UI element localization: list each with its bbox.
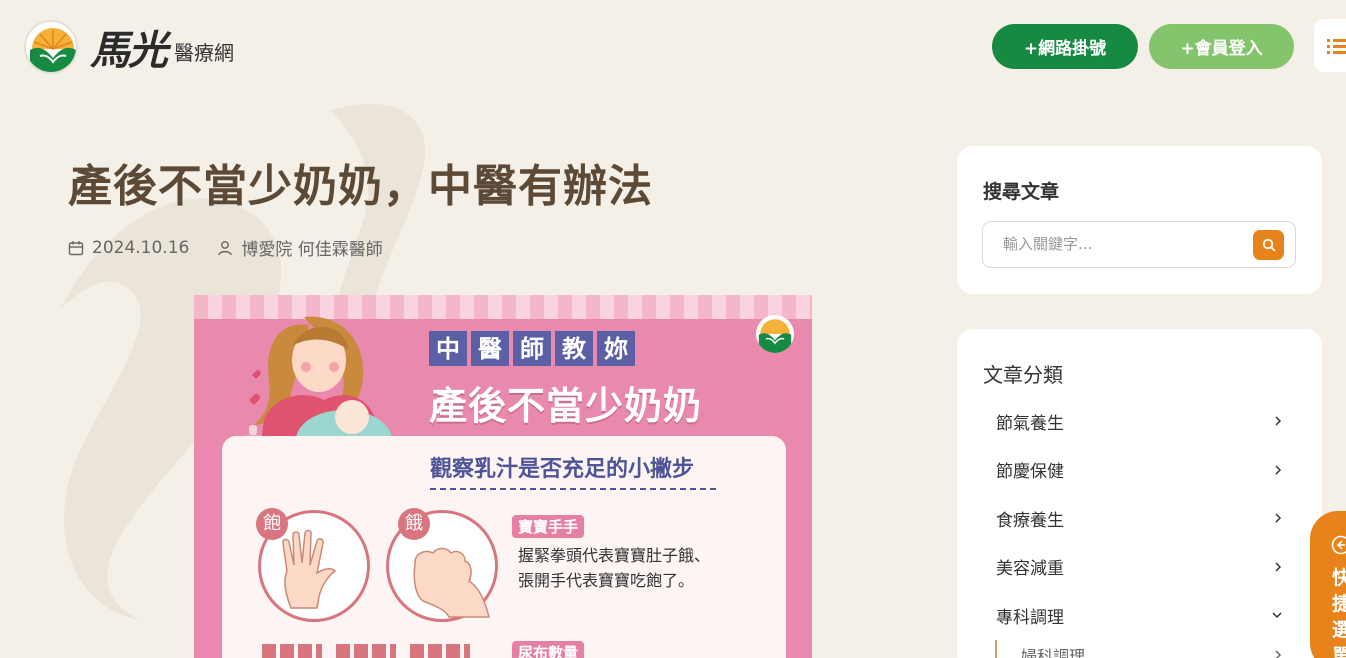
online-register-button[interactable]: +網路掛號 <box>992 24 1138 69</box>
search-panel-title: 搜尋文章 <box>983 181 1060 203</box>
chevron-down-icon <box>1272 612 1282 619</box>
site-logo[interactable]: 馬光 醫療網 <box>24 18 234 76</box>
article-date: 2024.10.16 <box>92 237 190 258</box>
member-login-button[interactable]: +會員登入 <box>1149 24 1294 69</box>
infographic-chip-title: 中 醫 師 教 妳 <box>429 331 639 366</box>
category-item-expanded[interactable]: 專科調理 <box>983 591 1283 640</box>
full-label: 飽 <box>256 508 288 540</box>
diaper-icon <box>262 644 322 658</box>
arrow-left-circle-icon <box>1331 535 1346 555</box>
hungry-label: 餓 <box>398 508 430 540</box>
categories-panel-title: 文章分類 <box>983 363 1063 387</box>
chevron-right-icon <box>1275 465 1282 475</box>
logo-badge-icon <box>24 20 78 74</box>
infographic-logo-icon <box>756 315 794 353</box>
dashed-divider <box>430 488 716 490</box>
category-list: 節氣養生 節慶保健 食療養生 美容減重 專科調理 婦科調理 <box>983 397 1283 658</box>
chevron-right-icon <box>1275 649 1282 658</box>
category-item[interactable]: 食療養生 <box>983 494 1283 543</box>
subcategory-item[interactable]: 婦科調理 <box>995 639 1283 658</box>
search-icon <box>1262 238 1276 252</box>
site-header: 馬光 醫療網 +網路掛號 +會員登入 <box>0 0 1346 92</box>
search-button[interactable] <box>1253 230 1284 260</box>
baby-hands-text: 握緊拳頭代表寶寶肚子餓、 張開手代表寶寶吃飽了。 <box>518 546 711 590</box>
search-input[interactable] <box>1003 235 1233 253</box>
logo-sub-text: 醫療網 <box>174 40 234 65</box>
infographic-headline: 產後不當少奶奶 <box>429 383 703 428</box>
quick-menu-label: 快捷選單 <box>1332 567 1346 658</box>
article-infographic: ★★ 中 醫 師 教 妳 產後不當少奶奶 觀察乳汁是否充足的小撇步 飽 餓 寶寶… <box>194 295 812 658</box>
menu-list-icon <box>1327 38 1346 54</box>
chevron-right-icon <box>1275 416 1282 426</box>
search-box <box>982 221 1296 268</box>
user-icon <box>218 240 233 255</box>
category-item[interactable]: 節氣養生 <box>983 397 1283 446</box>
categories-panel: 文章分類 節氣養生 節慶保健 食療養生 美容減重 專科調理 婦科調理 <box>957 329 1322 658</box>
logo-brand-text: 馬光 <box>90 27 168 74</box>
chevron-right-icon <box>1275 562 1282 572</box>
baby-hands-tag: 寶寶手手 <box>512 515 585 538</box>
calendar-icon <box>68 240 84 255</box>
article-meta: 2024.10.16 博愛院 何佳霖醫師 <box>68 235 411 260</box>
diaper-icon <box>410 644 470 658</box>
menu-button[interactable] <box>1314 19 1346 72</box>
infographic-subheadline: 觀察乳汁是否充足的小撇步 <box>430 457 695 482</box>
category-item[interactable]: 美容減重 <box>983 543 1283 592</box>
article-title: 產後不當少奶奶，中醫有辦法 <box>68 161 653 212</box>
category-item[interactable]: 節慶保健 <box>983 446 1283 495</box>
diaper-count-tag: 尿布數量 <box>512 641 585 658</box>
chevron-right-icon <box>1275 513 1282 523</box>
diaper-icon <box>336 644 396 658</box>
quick-menu-tab[interactable]: 快捷選單 <box>1310 511 1346 658</box>
search-panel: 搜尋文章 <box>957 146 1322 294</box>
diaper-icons <box>262 644 484 658</box>
article-author: 博愛院 何佳霖醫師 <box>241 240 383 260</box>
